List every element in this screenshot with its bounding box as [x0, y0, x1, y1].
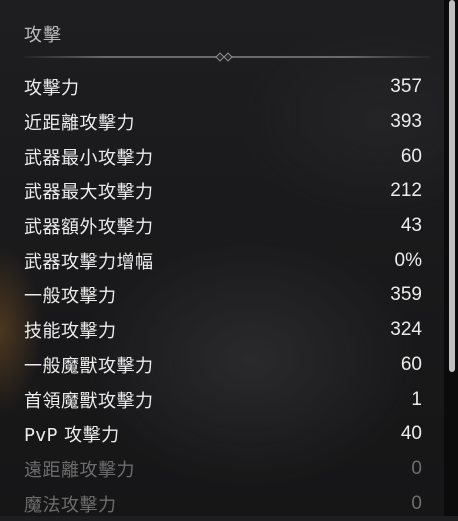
- stat-label: 技能攻擊力: [24, 321, 117, 343]
- stat-row-weapon-min-attack: 武器最小攻擊力 60: [24, 139, 422, 174]
- stat-label: PvP 攻擊力: [24, 425, 120, 447]
- stat-row-boss-monster-attack: 首領魔獸攻擊力 1: [24, 382, 422, 417]
- stat-value: 0%: [394, 249, 422, 271]
- stat-value: 1: [411, 388, 422, 410]
- stat-label: 遠距離攻擊力: [24, 459, 135, 481]
- stat-row-weapon-extra-attack: 武器額外攻擊力 43: [24, 209, 422, 244]
- stats-list: 攻擊力 357 近距離攻擊力 393 武器最小攻擊力 60 武器最大攻擊力 21…: [24, 70, 422, 521]
- scrollbar-thumb[interactable]: [449, 0, 455, 372]
- stat-value: 0: [411, 492, 422, 514]
- stat-row-weapon-max-attack: 武器最大攻擊力 212: [24, 174, 422, 209]
- stat-label: 一般攻擊力: [24, 286, 117, 308]
- stat-value: 40: [400, 423, 422, 445]
- stat-label: 武器攻擊力增幅: [24, 251, 154, 273]
- stat-label: 武器額外攻擊力: [24, 217, 154, 239]
- stat-row-normal-attack: 一般攻擊力 359: [24, 278, 422, 313]
- stat-row-melee-attack: 近距離攻擊力 393: [24, 105, 422, 140]
- stat-row-ranged-attack: 遠距離攻擊力 0: [24, 452, 422, 487]
- stat-value: 60: [400, 145, 422, 167]
- stat-row-pvp-attack: PvP 攻擊力 40: [24, 417, 422, 452]
- stat-value: 60: [400, 353, 422, 375]
- stat-row-skill-attack: 技能攻擊力 324: [24, 313, 422, 348]
- stat-label: 武器最小攻擊力: [24, 147, 154, 169]
- stat-label: 近距離攻擊力: [24, 113, 135, 135]
- stat-value: 393: [390, 111, 422, 133]
- stat-value: 212: [390, 180, 422, 202]
- stat-value: 357: [390, 76, 422, 98]
- vertical-scrollbar[interactable]: [444, 0, 458, 516]
- stat-row-weapon-attack-boost: 武器攻擊力增幅 0%: [24, 243, 422, 278]
- stat-label: 武器最大攻擊力: [24, 182, 154, 204]
- stat-value: 43: [400, 215, 422, 237]
- stat-row-attack: 攻擊力 357: [24, 70, 422, 105]
- attack-stats-panel: 攻擊 攻擊力 357 近距離攻擊力 393 武器最小攻擊力 60 武器最大攻擊力…: [0, 0, 444, 516]
- stat-label: 攻擊力: [24, 78, 80, 100]
- stat-value: 359: [390, 284, 422, 306]
- stat-label: 首領魔獸攻擊力: [24, 390, 154, 412]
- diamond-ornament-icon: [215, 52, 233, 62]
- stat-label: 一般魔獸攻擊力: [24, 355, 154, 377]
- stat-value: 324: [390, 319, 422, 341]
- stat-label: 魔法攻擊力: [24, 494, 117, 516]
- section-title: 攻擊: [24, 25, 62, 46]
- stat-row-normal-monster-attack: 一般魔獸攻擊力 60: [24, 348, 422, 383]
- stat-value: 0: [411, 457, 422, 479]
